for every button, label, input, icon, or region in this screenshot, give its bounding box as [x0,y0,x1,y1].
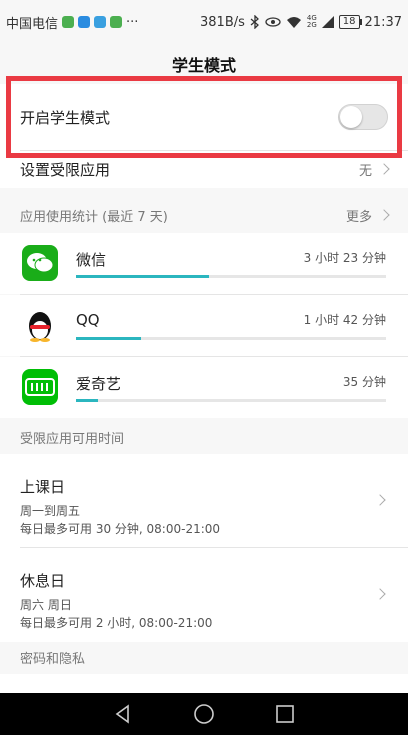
wechat-icon [22,245,58,281]
signal-icon [321,16,334,28]
app-usage-row[interactable]: 爱奇艺 35 分钟 [0,357,408,418]
app-name: 微信 [76,251,107,269]
battery-icon: 18 [338,15,362,29]
app-usage-row[interactable]: 微信 3 小时 23 分钟 [0,233,408,294]
qq-icon [22,307,58,343]
usage-progress-bar [76,399,386,402]
more-notifications-icon: ··· [126,14,139,30]
network-type: 4G 2G [306,14,317,29]
notification-icon [78,16,91,28]
usage-section-header: 应用使用统计 (最近 7 天) 更多 [0,198,408,232]
privacy-section-header: 密码和隐私 [0,640,408,674]
home-icon[interactable] [193,703,215,725]
recents-icon[interactable] [275,704,295,724]
schedule-title: 休息日 [20,572,66,590]
notification-icon [94,16,107,28]
chevron-right-icon [374,494,386,506]
app-usage-time: 35 分钟 [342,375,386,389]
schedule-row-weekday[interactable]: 上课日 周一到周五 每日最多可用 30 分钟, 08:00-21:00 [0,454,408,548]
network-speed: 381B/s [200,14,245,30]
usage-section-title: 应用使用统计 (最近 7 天) [20,209,168,225]
chevron-right-icon [378,209,390,221]
status-bar: 中国电信 ··· 381B/s 4G 2G 18 21:37 [0,0,408,44]
schedule-row-weekend[interactable]: 休息日 周六 周日 每日最多可用 2 小时, 08:00-21:00 [0,548,408,642]
navigation-bar [0,693,408,735]
app-name: QQ [76,311,100,329]
schedule-title: 上课日 [20,478,66,496]
eye-icon [265,17,281,27]
app-usage-time: 3 小时 23 分钟 [303,251,386,265]
wifi-icon [286,17,301,28]
app-name: 爱奇艺 [76,375,122,393]
privacy-card [0,674,408,693]
carrier-label: 中国电信 [6,16,59,32]
highlight-box [6,76,402,158]
chevron-right-icon [374,588,386,600]
schedule-days: 周六 周日 [20,598,72,612]
usage-progress-bar [76,275,386,278]
available-time-section-header: 受限应用可用时间 [0,420,408,454]
clock: 21:37 [364,14,402,30]
schedule-days: 周一到周五 [20,504,81,518]
notification-icon [62,16,75,28]
schedule-limit: 每日最多可用 2 小时, 08:00-21:00 [20,616,213,630]
available-time-section-title: 受限应用可用时间 [20,431,125,447]
app-usage-time: 1 小时 42 分钟 [303,313,386,327]
restricted-apps-value: 无 [358,163,372,179]
app-usage-row[interactable]: QQ 1 小时 42 分钟 [0,295,408,356]
chevron-right-icon [378,163,390,175]
schedule-limit: 每日最多可用 30 分钟, 08:00-21:00 [20,522,221,536]
restricted-apps-label: 设置受限应用 [20,160,111,179]
usage-progress-bar [76,337,386,340]
notification-icon [110,16,123,28]
more-link[interactable]: 更多 [346,206,390,225]
privacy-section-title: 密码和隐私 [20,651,86,667]
bluetooth-icon [250,15,259,29]
back-icon[interactable] [113,704,133,724]
iqiyi-icon [22,369,58,405]
